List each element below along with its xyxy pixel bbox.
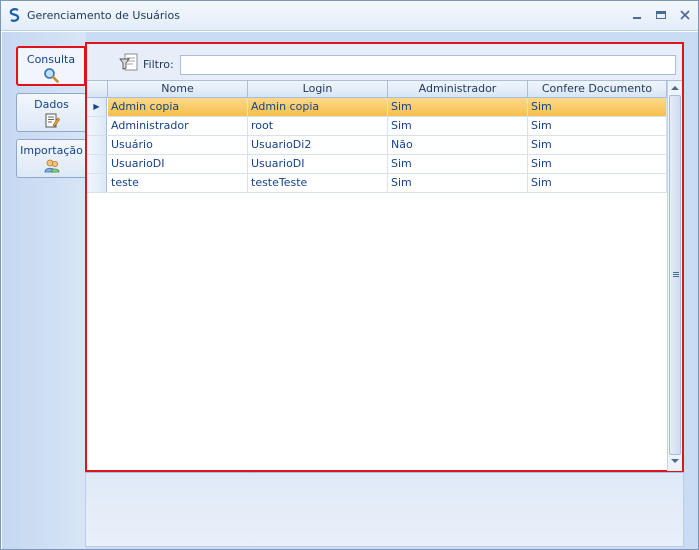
table-row[interactable]: UsuarioDI UsuarioDI Sim Sim bbox=[87, 155, 667, 174]
cell-confere-documento[interactable]: Sim bbox=[528, 136, 667, 155]
cell-administrador[interactable]: Sim bbox=[388, 174, 528, 193]
cell-confere-documento[interactable]: Sim bbox=[528, 98, 667, 117]
title-bar[interactable]: Gerenciamento de Usuários bbox=[1, 1, 698, 31]
cell-nome[interactable]: Usuário bbox=[108, 136, 248, 155]
table-row[interactable]: teste testeTeste Sim Sim bbox=[87, 174, 667, 193]
header-indicator bbox=[87, 81, 108, 98]
app-window: Gerenciamento de Usuários Consulta Dados bbox=[0, 0, 699, 550]
filter-input[interactable] bbox=[180, 55, 676, 75]
maximize-icon bbox=[656, 11, 666, 19]
client-area: Consulta Dados Importação Filtro: Nome L… bbox=[2, 32, 698, 549]
cell-login[interactable]: UsuarioDI bbox=[248, 155, 388, 174]
cell-confere-documento[interactable]: Sim bbox=[528, 155, 667, 174]
tab-dados-label: Dados bbox=[34, 98, 69, 111]
cell-confere-documento[interactable]: Sim bbox=[528, 117, 667, 136]
edit-document-icon bbox=[45, 113, 60, 128]
filter-icon bbox=[119, 53, 138, 71]
magnifier-icon bbox=[44, 68, 59, 83]
column-header-confere-documento[interactable]: Confere Documento bbox=[528, 81, 667, 98]
table-row[interactable]: Usuário UsuarioDi2 Não Sim bbox=[87, 136, 667, 155]
sidebar: Consulta Dados Importação bbox=[2, 32, 86, 549]
cell-login[interactable]: root bbox=[248, 117, 388, 136]
minimize-icon bbox=[633, 17, 641, 19]
maximize-button[interactable] bbox=[653, 7, 669, 23]
cell-login[interactable]: Admin copia bbox=[248, 98, 388, 117]
row-indicator bbox=[87, 155, 107, 174]
cell-administrador[interactable]: Sim bbox=[388, 98, 528, 117]
column-header-login[interactable]: Login bbox=[248, 81, 388, 98]
cell-login[interactable]: UsuarioDi2 bbox=[248, 136, 388, 155]
users-import-icon bbox=[44, 159, 59, 173]
cell-nome[interactable]: Administrador bbox=[108, 117, 248, 136]
column-header-administrador[interactable]: Administrador bbox=[388, 81, 528, 98]
vertical-scrollbar[interactable] bbox=[667, 81, 682, 471]
users-grid[interactable]: Nome Login Administrador Confere Documen… bbox=[87, 80, 682, 471]
row-indicator bbox=[87, 136, 107, 155]
row-indicator bbox=[87, 174, 107, 193]
column-header-nome[interactable]: Nome bbox=[108, 81, 248, 98]
scrollbar-thumb[interactable] bbox=[669, 95, 681, 455]
bottom-panel bbox=[85, 472, 684, 547]
tab-importacao[interactable]: Importação bbox=[16, 139, 86, 178]
cell-nome[interactable]: Admin copia bbox=[108, 98, 248, 117]
cell-login[interactable]: testeTeste bbox=[248, 174, 388, 193]
grip-line bbox=[673, 274, 679, 275]
minimize-button[interactable] bbox=[629, 7, 645, 23]
cell-nome[interactable]: UsuarioDI bbox=[108, 155, 248, 174]
cell-confere-documento[interactable]: Sim bbox=[528, 174, 667, 193]
table-row[interactable]: ▶ Admin copia Admin copia Sim Sim bbox=[87, 98, 667, 117]
scroll-up-arrow-icon[interactable] bbox=[671, 86, 679, 90]
close-icon bbox=[680, 10, 690, 20]
grid-header: Nome Login Administrador Confere Documen… bbox=[87, 81, 667, 98]
row-indicator bbox=[87, 117, 107, 136]
scroll-down-arrow-icon[interactable] bbox=[671, 459, 679, 463]
cell-administrador[interactable]: Sim bbox=[388, 155, 528, 174]
grip-line bbox=[673, 272, 679, 273]
grip-line bbox=[673, 276, 679, 277]
cell-administrador[interactable]: Sim bbox=[388, 117, 528, 136]
cell-nome[interactable]: teste bbox=[108, 174, 248, 193]
window-title: Gerenciamento de Usuários bbox=[27, 9, 180, 22]
tab-consulta-label: Consulta bbox=[26, 53, 76, 66]
cell-administrador[interactable]: Não bbox=[388, 136, 528, 155]
current-row-arrow-icon: ▶ bbox=[87, 98, 107, 117]
consulta-panel: Filtro: Nome Login Administrador Confere… bbox=[85, 42, 684, 472]
table-row[interactable]: Administrador root Sim Sim bbox=[87, 117, 667, 136]
app-logo-icon bbox=[9, 8, 20, 22]
tab-importacao-label: Importação bbox=[20, 144, 83, 157]
tab-dados[interactable]: Dados bbox=[16, 93, 86, 132]
filter-label: Filtro: bbox=[143, 58, 174, 71]
close-button[interactable] bbox=[677, 7, 693, 23]
tab-consulta[interactable]: Consulta bbox=[16, 46, 86, 86]
